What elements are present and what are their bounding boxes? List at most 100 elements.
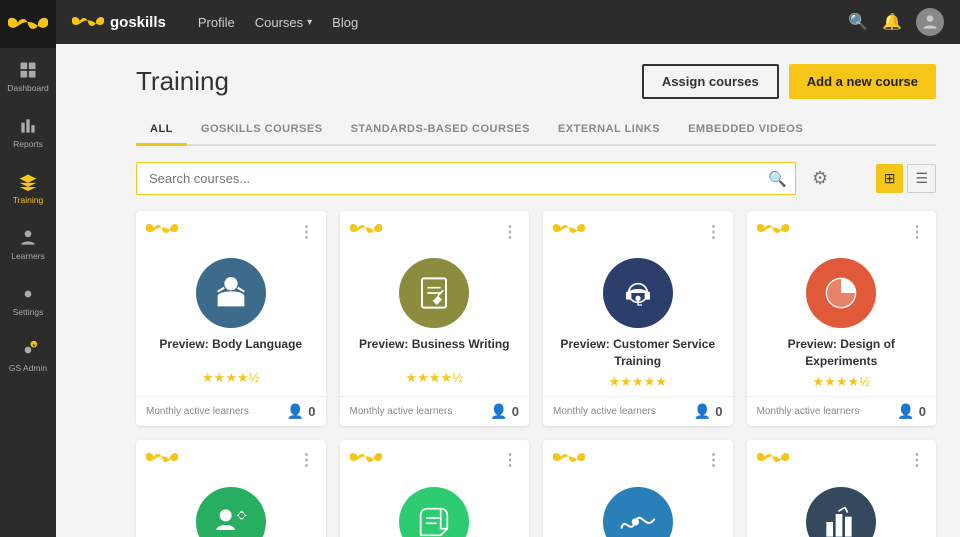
course-stars: ★★★★★ [543,374,733,396]
card-menu-button[interactable]: ⋮ [909,222,926,242]
learners-label: Monthly active learners [350,406,453,417]
learner-count: 👤 0 [694,403,723,420]
course-card[interactable]: ⋮ Monthly active learners 👤 0 [543,440,733,537]
sidebar-logo[interactable] [0,0,56,48]
sidebar-item-learners[interactable]: Learners [0,216,56,272]
card-menu-button[interactable]: ⋮ [502,450,519,470]
course-card[interactable]: ⋮ Monthly active learners 👤 0 [340,440,530,537]
card-icon-area [136,477,326,537]
course-grid: ⋮ Preview: Body Language ★★★★½ Monthly a… [136,211,936,537]
card-footer: Monthly active learners 👤 0 [340,396,530,426]
course-card[interactable]: ⋮ Preview: Body Language ★★★★½ Monthly a… [136,211,326,426]
goskills-logo [553,448,585,473]
search-icon[interactable]: 🔍 [848,12,868,32]
topnav: goskills Profile Courses ▾ Blog 🔍 🔔 [56,0,960,44]
page-title: Training [136,66,229,97]
card-menu-button[interactable]: ⋮ [299,222,316,242]
sidebar-item-settings[interactable]: Settings [0,272,56,328]
tab-embedded-videos[interactable]: EMBEDDED VIDEOS [674,115,817,146]
goskills-logo [146,219,178,244]
list-view-button[interactable]: ☰ [907,164,936,193]
card-top: ⋮ [543,211,733,248]
course-icon [603,487,673,537]
learner-count: 👤 0 [287,403,316,420]
learners-label: Monthly active learners [757,406,860,417]
course-card[interactable]: ⋮ Preview: Design of Experiments ★★★★½ M… [747,211,937,426]
learners-label: Monthly active learners [553,406,656,417]
sidebar-item-training[interactable]: Training [0,160,56,216]
learner-count: 👤 0 [490,403,519,420]
course-title: Preview: Customer Service Training [543,336,733,374]
person-icon: 👤 [287,403,304,420]
course-icon [196,487,266,537]
person-icon: 👤 [897,403,914,420]
course-title: Preview: Body Language [136,336,326,370]
tab-goskills-courses[interactable]: GOSKILLS COURSES [187,115,337,146]
course-icon [399,487,469,537]
bell-icon[interactable]: 🔔 [882,12,902,32]
search-input[interactable] [137,163,795,194]
card-top: ⋮ [543,440,733,477]
grid-view-button[interactable]: ⊞ [876,164,904,193]
brand-name: goskills [110,14,166,31]
assign-courses-button[interactable]: Assign courses [642,64,779,99]
card-footer: Monthly active learners 👤 0 [747,396,937,426]
course-card[interactable]: ⋮ Preview: Customer Service Training ★★★… [543,211,733,426]
course-icon [603,258,673,328]
course-card[interactable]: ⋮ Monthly active learners 👤 0 [747,440,937,537]
page-header: Training Assign courses Add a new course [136,64,936,99]
course-title: Preview: Business Writing [340,336,530,370]
sidebar-item-gsadmin[interactable]: ★ GS Admin [0,328,56,384]
svg-text:★: ★ [32,342,36,347]
tab-all[interactable]: ALL [136,115,187,146]
filter-settings-button[interactable]: ⚙ [806,164,834,193]
goskills-logo [757,448,789,473]
card-icon-area [136,248,326,336]
course-card[interactable]: ⋮ Preview: Business Writing ★★★★½ Monthl… [340,211,530,426]
card-footer: Monthly active learners 👤 0 [136,396,326,426]
course-icon [399,258,469,328]
course-icon [806,487,876,537]
goskills-logo [146,448,178,473]
tabs-bar: ALL GOSKILLS COURSES STANDARDS-BASED COU… [136,115,936,146]
card-icon-area [747,248,937,336]
course-title: Preview: Design of Experiments [747,336,937,374]
nav-profile[interactable]: Profile [198,15,235,30]
search-box: 🔍 [136,162,796,195]
card-menu-button[interactable]: ⋮ [706,450,723,470]
course-stars: ★★★★½ [747,374,937,396]
view-toggle: ⊞ ☰ [876,164,936,193]
topnav-logo-icon [72,12,104,32]
card-menu-button[interactable]: ⋮ [706,222,723,242]
goskills-logo [553,219,585,244]
card-top: ⋮ [747,440,937,477]
card-icon-area [340,248,530,336]
tab-external-links[interactable]: EXTERNAL LINKS [544,115,674,146]
course-icon [196,258,266,328]
header-buttons: Assign courses Add a new course [642,64,936,99]
learner-count: 👤 0 [897,403,926,420]
goskills-logo [757,219,789,244]
course-card[interactable]: ⋮ Monthly active learners 👤 0 [136,440,326,537]
sidebar-item-dashboard[interactable]: Dashboard [0,48,56,104]
card-top: ⋮ [136,211,326,248]
chevron-down-icon: ▾ [307,17,312,28]
card-top: ⋮ [747,211,937,248]
learners-label: Monthly active learners [146,406,249,417]
nav-blog[interactable]: Blog [332,15,358,30]
sidebar-item-reports[interactable]: Reports [0,104,56,160]
goskills-logo [350,448,382,473]
nav-courses[interactable]: Courses ▾ [255,15,312,30]
add-new-course-button[interactable]: Add a new course [789,64,936,99]
card-menu-button[interactable]: ⋮ [502,222,519,242]
card-icon-area [747,477,937,537]
avatar[interactable] [916,8,944,36]
card-top: ⋮ [340,211,530,248]
card-menu-button[interactable]: ⋮ [909,450,926,470]
card-menu-button[interactable]: ⋮ [299,450,316,470]
course-icon [806,258,876,328]
sidebar: Dashboard Reports Training Learners Sett… [0,0,56,537]
tab-standards-based[interactable]: STANDARDS-BASED COURSES [337,115,544,146]
search-submit-button[interactable]: 🔍 [768,170,787,188]
search-row: 🔍 ⚙ ⊞ ☰ [136,162,936,195]
